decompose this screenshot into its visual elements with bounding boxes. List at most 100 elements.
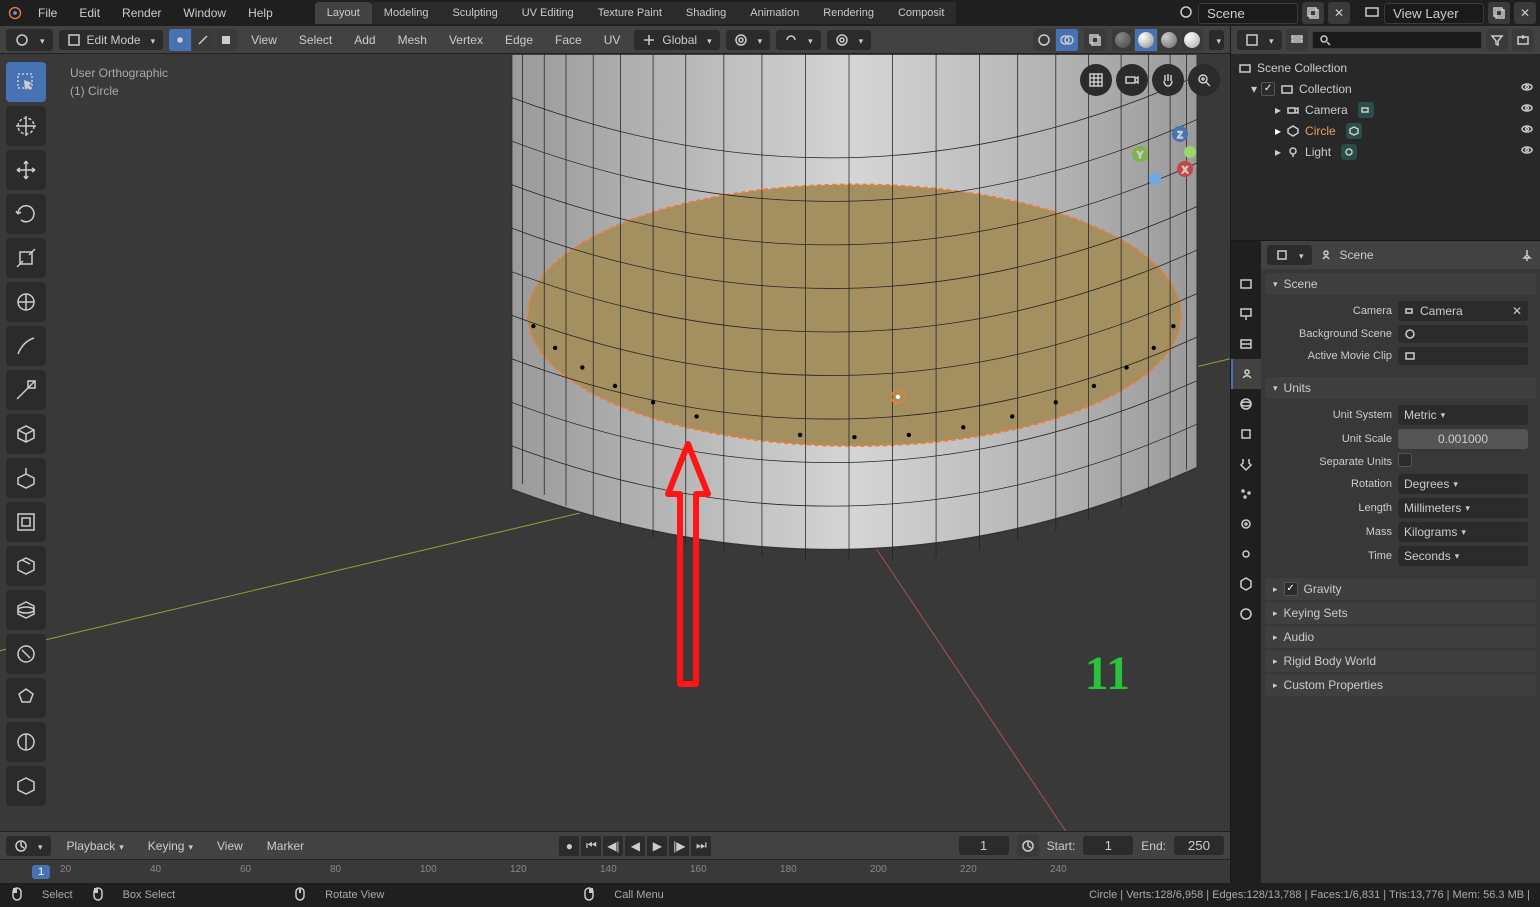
new-collection-icon[interactable] bbox=[1512, 29, 1534, 51]
visibility-icon[interactable] bbox=[1520, 143, 1534, 160]
prop-tab-physics[interactable] bbox=[1231, 509, 1261, 539]
prop-tab-object[interactable] bbox=[1231, 419, 1261, 449]
delete-viewlayer-icon[interactable]: ✕ bbox=[1514, 2, 1536, 24]
frame-range-icon[interactable] bbox=[1017, 835, 1039, 857]
gizmo-visibility-icon[interactable] bbox=[1033, 29, 1055, 51]
workspace-tab-rendering[interactable]: Rendering bbox=[811, 2, 886, 24]
tool-annotate[interactable] bbox=[6, 326, 46, 366]
panel-units[interactable]: Units bbox=[1265, 377, 1536, 399]
mesh-data-icon[interactable] bbox=[1346, 123, 1362, 139]
end-frame-input[interactable] bbox=[1174, 836, 1224, 855]
prop-tab-world[interactable] bbox=[1231, 389, 1261, 419]
separate-units-checkbox[interactable] bbox=[1398, 453, 1412, 467]
workspace-tab-shading[interactable]: Shading bbox=[674, 2, 738, 24]
tree-scene-collection[interactable]: Scene Collection bbox=[1231, 58, 1540, 78]
tool-inset[interactable] bbox=[6, 502, 46, 542]
tool-scale[interactable] bbox=[6, 238, 46, 278]
tool-extrude[interactable] bbox=[6, 458, 46, 498]
editor-type-dropdown[interactable] bbox=[6, 29, 53, 51]
vp-menu-view[interactable]: View bbox=[243, 30, 285, 50]
snap-dropdown[interactable] bbox=[776, 30, 821, 50]
play-reverse-icon[interactable]: ◀ bbox=[625, 836, 645, 856]
select-edge-icon[interactable] bbox=[192, 29, 214, 51]
workspace-tab-sculpting[interactable]: Sculpting bbox=[440, 2, 509, 24]
tool-transform[interactable] bbox=[6, 282, 46, 322]
disclosure-icon[interactable]: ▸ bbox=[1275, 124, 1281, 138]
tool-rotate[interactable] bbox=[6, 194, 46, 234]
light-data-icon[interactable] bbox=[1341, 144, 1357, 160]
jump-start-icon[interactable]: ⏮ bbox=[581, 836, 601, 856]
select-vertex-icon[interactable] bbox=[169, 29, 191, 51]
tl-menu-keying[interactable]: Keying bbox=[140, 836, 201, 856]
start-frame-input[interactable] bbox=[1083, 836, 1133, 855]
vp-menu-mesh[interactable]: Mesh bbox=[390, 30, 435, 50]
viewport-canvas[interactable]: User Orthographic (1) Circle bbox=[0, 54, 1230, 831]
time-dropdown[interactable]: Seconds bbox=[1398, 546, 1528, 566]
tree-collection[interactable]: ▾ Collection bbox=[1231, 78, 1540, 99]
tool-knife[interactable] bbox=[6, 634, 46, 674]
gizmo-grid-icon[interactable] bbox=[1080, 64, 1112, 96]
prop-editor-dropdown[interactable] bbox=[1267, 245, 1312, 265]
shading-options-dropdown[interactable] bbox=[1209, 30, 1224, 50]
collection-enable-checkbox[interactable] bbox=[1261, 82, 1275, 96]
timeline-editor-dropdown[interactable] bbox=[6, 836, 51, 856]
pivot-dropdown[interactable] bbox=[726, 30, 771, 50]
panel-audio[interactable]: Audio bbox=[1265, 626, 1536, 648]
outliner-filter-icon[interactable] bbox=[1486, 29, 1508, 51]
disclosure-icon[interactable]: ▸ bbox=[1275, 145, 1281, 159]
vp-menu-add[interactable]: Add bbox=[346, 30, 383, 50]
autokey-toggle[interactable]: ● bbox=[559, 836, 579, 856]
panel-scene[interactable]: Scene bbox=[1265, 273, 1536, 295]
new-viewlayer-icon[interactable] bbox=[1488, 2, 1510, 24]
jump-end-icon[interactable]: ⏭ bbox=[691, 836, 711, 856]
shading-rendered-icon[interactable] bbox=[1181, 29, 1203, 51]
prop-tab-particles[interactable] bbox=[1231, 479, 1261, 509]
menu-render[interactable]: Render bbox=[112, 2, 171, 24]
workspace-tab-texturepaint[interactable]: Texture Paint bbox=[586, 2, 674, 24]
panel-custom[interactable]: Custom Properties bbox=[1265, 674, 1536, 696]
gizmo-pan-icon[interactable] bbox=[1152, 64, 1184, 96]
vp-menu-uv[interactable]: UV bbox=[596, 30, 629, 50]
delete-scene-icon[interactable]: ✕ bbox=[1328, 2, 1350, 24]
workspace-tab-layout[interactable]: Layout bbox=[315, 2, 372, 24]
panel-keying[interactable]: Keying Sets bbox=[1265, 602, 1536, 624]
camera-data-icon[interactable] bbox=[1358, 102, 1374, 118]
prop-tab-scene[interactable] bbox=[1231, 359, 1261, 389]
tool-cursor[interactable] bbox=[6, 106, 46, 146]
prop-tab-constraints[interactable] bbox=[1231, 539, 1261, 569]
tl-menu-view[interactable]: View bbox=[209, 836, 251, 856]
select-face-icon[interactable] bbox=[215, 29, 237, 51]
shading-wireframe-icon[interactable] bbox=[1112, 29, 1134, 51]
mode-dropdown[interactable]: Edit Mode bbox=[59, 30, 164, 50]
prop-tab-modifiers[interactable] bbox=[1231, 449, 1261, 479]
tool-bevel[interactable] bbox=[6, 546, 46, 586]
overlays-icon[interactable] bbox=[1056, 29, 1078, 51]
play-icon[interactable]: ▶ bbox=[647, 836, 667, 856]
tool-move[interactable] bbox=[6, 150, 46, 190]
current-frame-marker[interactable]: 1 bbox=[32, 865, 50, 879]
shading-solid-icon[interactable] bbox=[1135, 29, 1157, 51]
outliner-search[interactable] bbox=[1312, 31, 1482, 49]
menu-help[interactable]: Help bbox=[238, 2, 283, 24]
shading-matprev-icon[interactable] bbox=[1158, 29, 1180, 51]
workspace-tab-animation[interactable]: Animation bbox=[738, 2, 811, 24]
workspace-tab-compositing[interactable]: Composit bbox=[886, 2, 956, 24]
proportional-dropdown[interactable] bbox=[827, 30, 872, 50]
navigation-gizmo[interactable]: Z Y X bbox=[1120, 114, 1200, 194]
vp-menu-vertex[interactable]: Vertex bbox=[441, 30, 491, 50]
tree-item-circle[interactable]: ▸ Circle bbox=[1231, 120, 1540, 141]
prop-tab-viewlayer[interactable] bbox=[1231, 329, 1261, 359]
panel-rigid[interactable]: Rigid Body World bbox=[1265, 650, 1536, 672]
visibility-icon[interactable] bbox=[1520, 122, 1534, 139]
workspace-tab-uvediting[interactable]: UV Editing bbox=[510, 2, 586, 24]
outliner-mode-dropdown[interactable] bbox=[1237, 30, 1282, 50]
tool-spin[interactable] bbox=[6, 722, 46, 762]
keyframe-next-icon[interactable]: |▶ bbox=[669, 836, 689, 856]
tool-smooth[interactable] bbox=[6, 766, 46, 806]
menu-file[interactable]: File bbox=[28, 2, 67, 24]
vp-menu-edge[interactable]: Edge bbox=[497, 30, 541, 50]
mass-dropdown[interactable]: Kilograms bbox=[1398, 522, 1528, 542]
tl-menu-playback[interactable]: Playback bbox=[59, 836, 132, 856]
unit-scale-input[interactable]: 0.001000 bbox=[1398, 429, 1528, 449]
prop-tab-output[interactable] bbox=[1231, 299, 1261, 329]
